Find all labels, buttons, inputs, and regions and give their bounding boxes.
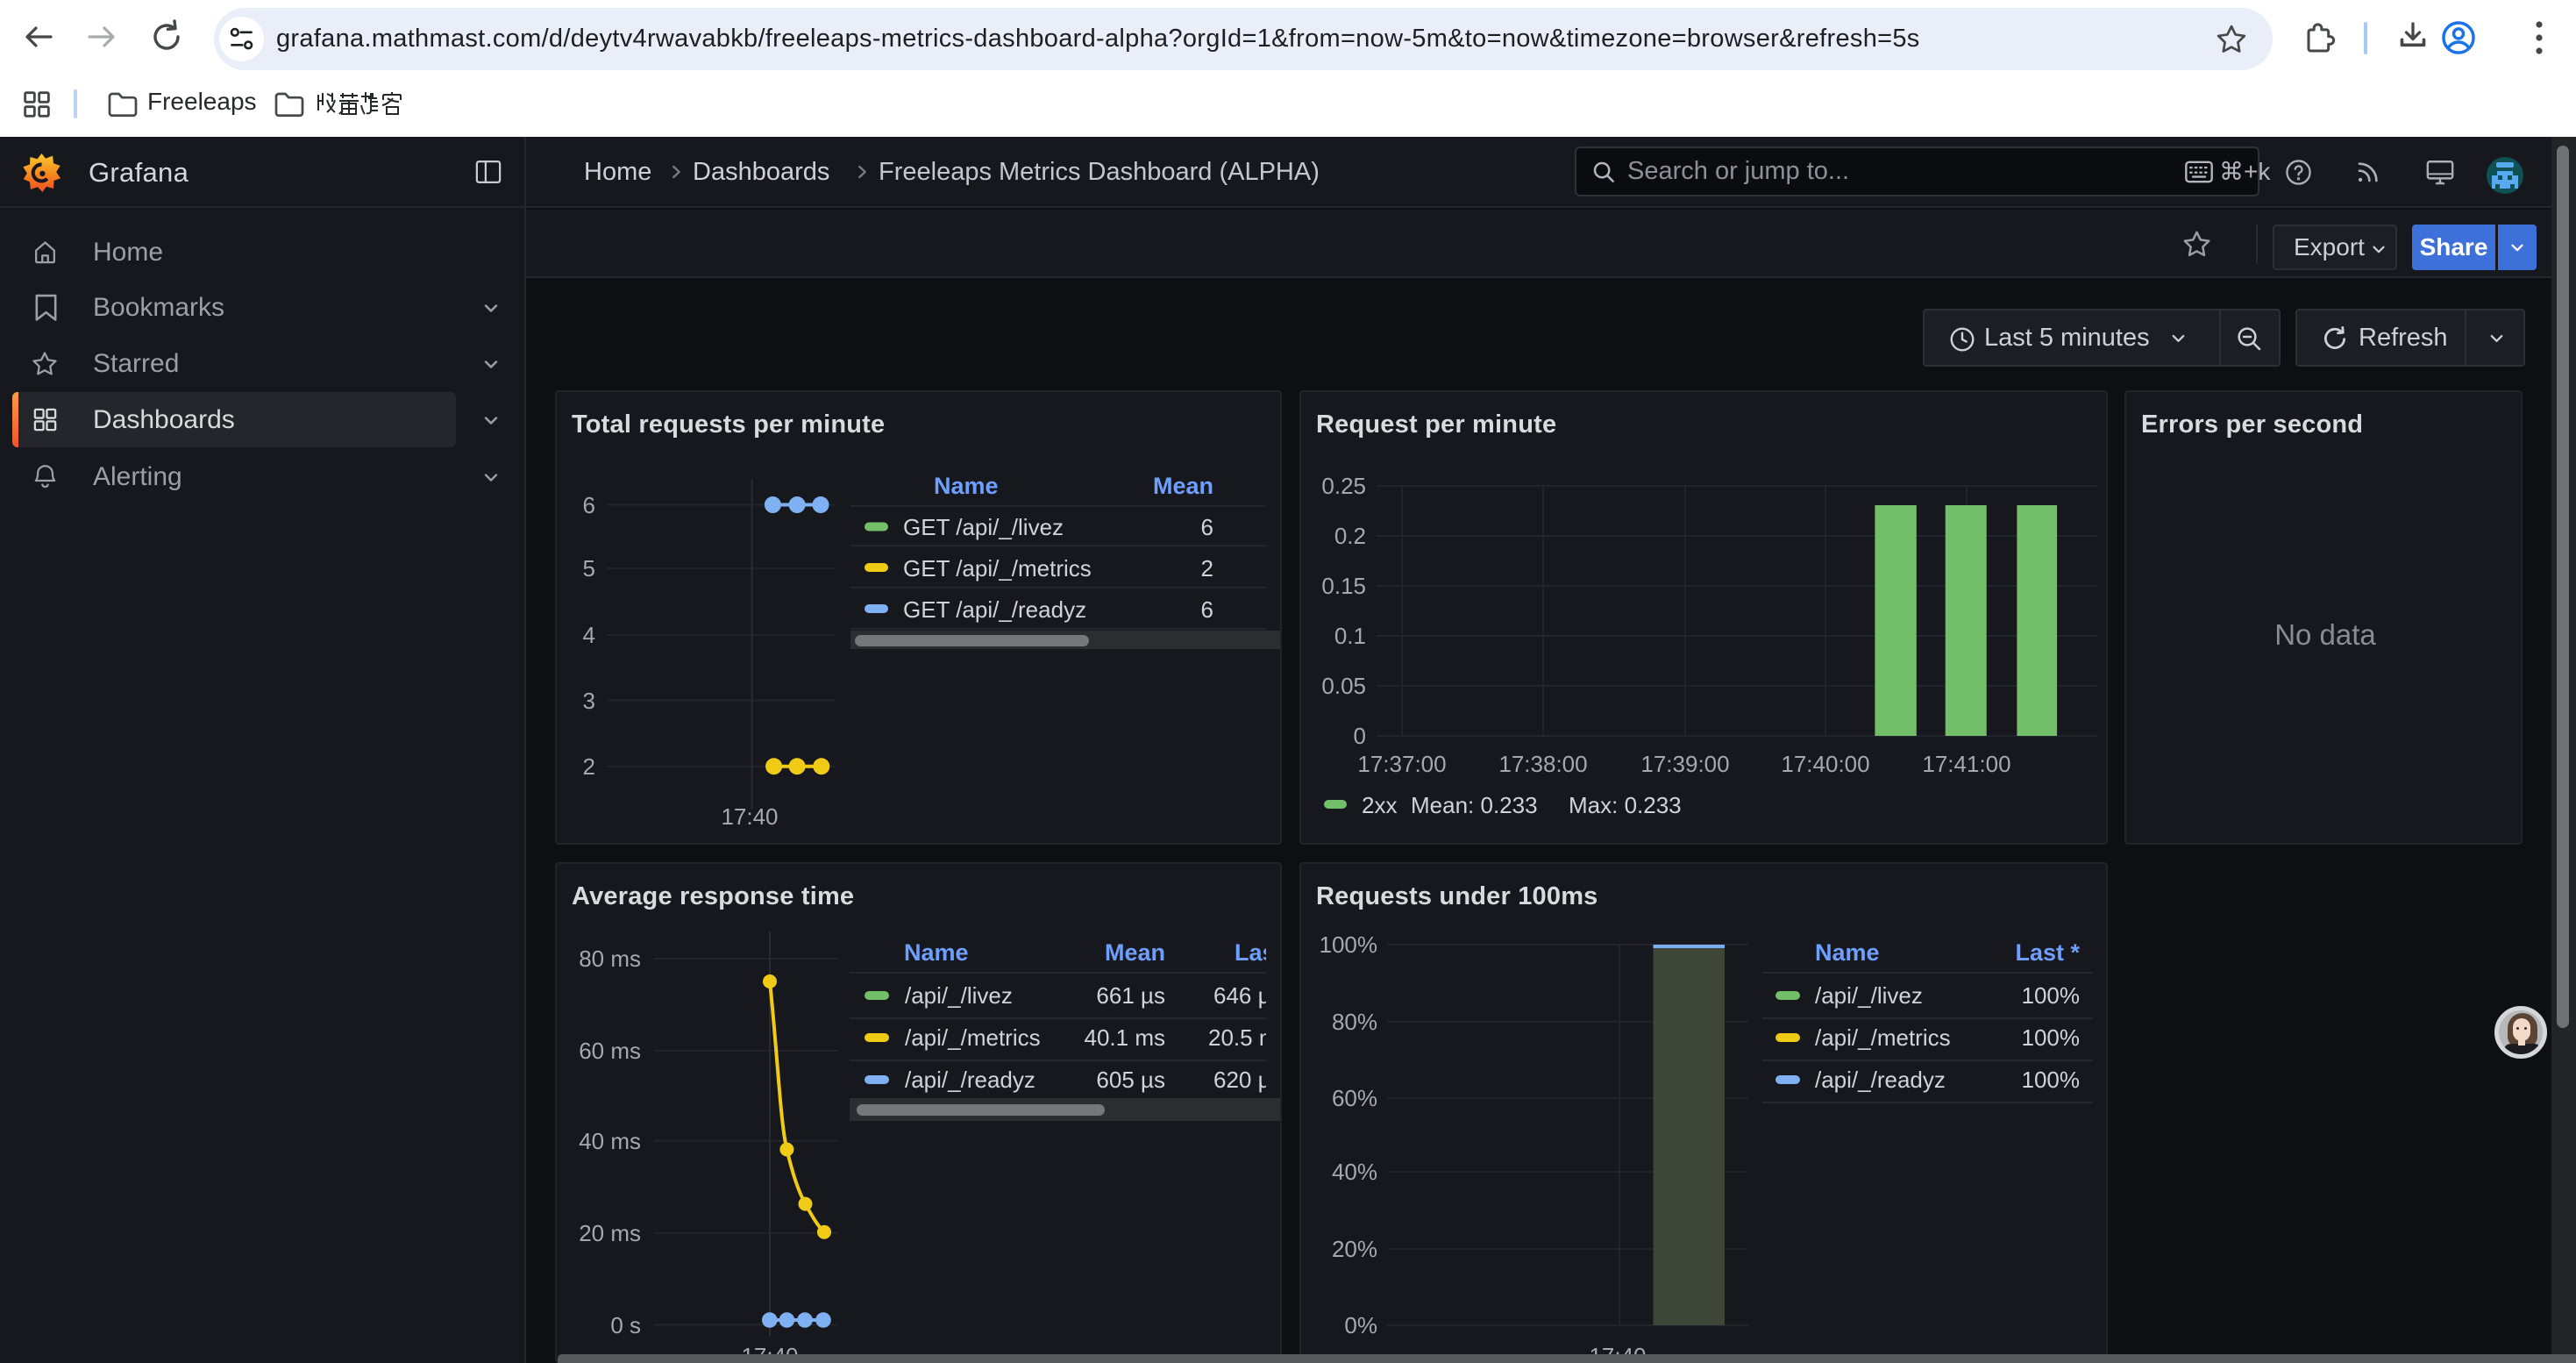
svg-text:40.1 ms: 40.1 ms [1085,1024,1166,1051]
svg-text:620 µs: 620 µs [1213,1067,1280,1093]
svg-text:0 s: 0 s [610,1312,641,1338]
svg-text:0.15: 0.15 [1321,573,1366,599]
svg-text:6: 6 [1201,514,1213,540]
svg-text:/api/_/metrics: /api/_/metrics [1815,1024,1951,1051]
svg-text:3: 3 [583,688,595,714]
svg-text:20.5 ms: 20.5 ms [1208,1024,1280,1051]
svg-text:2: 2 [1201,555,1213,582]
svg-text:17:40:00: 17:40:00 [1781,751,1869,777]
svg-text:Mean: 0.233: Mean: 0.233 [1411,792,1538,818]
svg-text:100%: 100% [2022,1067,2081,1093]
svg-text:/api/_/readyz: /api/_/readyz [1815,1067,1946,1093]
svg-text:605 µs: 605 µs [1096,1067,1165,1093]
svg-text:17:38:00: 17:38:00 [1498,751,1587,777]
svg-text:0.25: 0.25 [1321,473,1366,499]
svg-text:60 ms: 60 ms [579,1038,641,1064]
svg-text:17:40: 17:40 [721,803,778,830]
svg-text:/api/_/livez: /api/_/livez [905,982,1013,1009]
svg-text:100%: 100% [2022,982,2081,1009]
svg-text:100%: 100% [1320,931,1378,958]
svg-text:Name: Name [904,939,969,966]
svg-text:661 µs: 661 µs [1096,982,1165,1009]
svg-text:/api/_/metrics: /api/_/metrics [905,1024,1041,1051]
svg-text:0.05: 0.05 [1321,673,1366,699]
svg-text:17:41:00: 17:41:00 [1922,751,2010,777]
svg-text:Name: Name [934,473,999,499]
svg-text:20%: 20% [1332,1236,1377,1262]
svg-text:Last *: Last * [1235,939,1280,966]
svg-text:GET /api/_/livez: GET /api/_/livez [903,514,1064,540]
svg-text:0%: 0% [1344,1312,1377,1338]
svg-text:100%: 100% [2022,1024,2081,1051]
svg-text:17:37:00: 17:37:00 [1357,751,1446,777]
svg-text:0.1: 0.1 [1334,623,1366,649]
svg-text:/api/_/livez: /api/_/livez [1815,982,1923,1009]
svg-text:646 µs: 646 µs [1213,982,1280,1009]
svg-text:Last *: Last * [2015,939,2080,966]
svg-text:6: 6 [583,492,595,518]
svg-text:Name: Name [1815,939,1880,966]
svg-text:60%: 60% [1332,1085,1377,1111]
svg-text:2: 2 [583,753,595,780]
svg-text:2xx: 2xx [1362,792,1397,818]
svg-text:17:39:00: 17:39:00 [1640,751,1729,777]
svg-text:0.2: 0.2 [1334,523,1366,549]
svg-text:Mean: Mean [1153,473,1213,499]
svg-text:5: 5 [583,555,595,582]
svg-text:4: 4 [583,622,595,648]
svg-text:80%: 80% [1332,1009,1377,1035]
svg-text:Mean: Mean [1105,939,1165,966]
svg-text:80 ms: 80 ms [579,946,641,972]
svg-text:40 ms: 40 ms [579,1128,641,1154]
svg-text:0: 0 [1354,723,1366,749]
svg-text:40%: 40% [1332,1159,1377,1185]
svg-text:20 ms: 20 ms [579,1220,641,1246]
svg-text:6: 6 [1201,596,1213,623]
svg-text:/api/_/readyz: /api/_/readyz [905,1067,1035,1093]
svg-text:GET /api/_/readyz: GET /api/_/readyz [903,596,1086,623]
svg-text:GET /api/_/metrics: GET /api/_/metrics [903,555,1092,582]
svg-text:Max: 0.233: Max: 0.233 [1569,792,1682,818]
